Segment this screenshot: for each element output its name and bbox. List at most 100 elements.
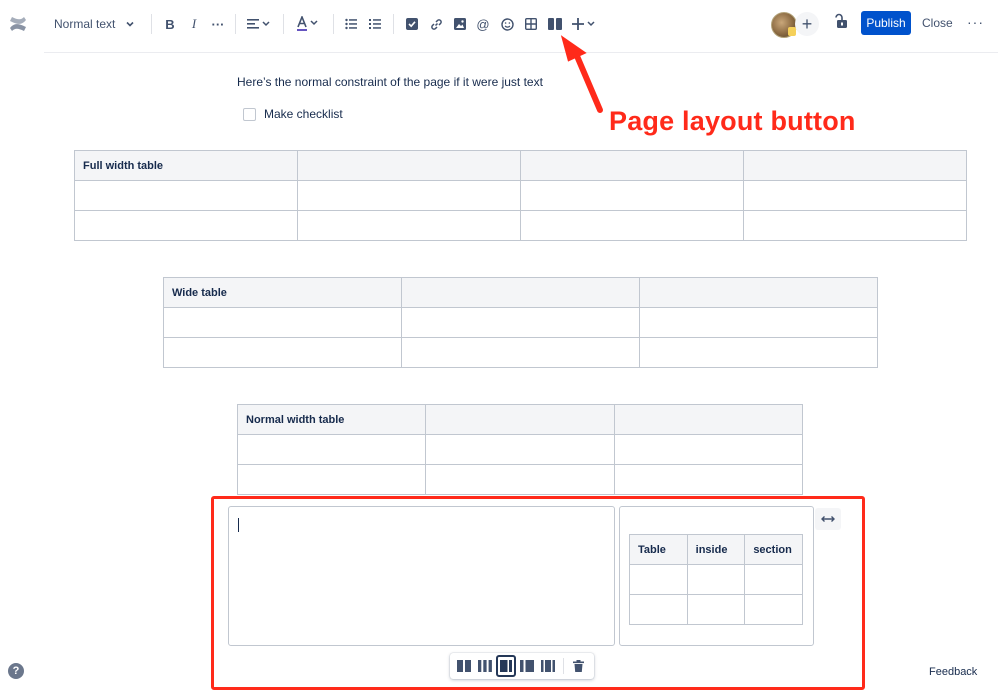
table-header-cell[interactable]	[639, 277, 878, 308]
table-header-cell[interactable]	[613, 404, 804, 435]
table-cell[interactable]	[425, 464, 615, 495]
table-icon[interactable]	[524, 13, 538, 35]
table-header-cell[interactable]: Table	[629, 534, 688, 565]
table-row	[74, 180, 967, 211]
checklist-label: Make checklist	[264, 107, 343, 121]
toolbar-divider-line	[44, 52, 998, 53]
left-sidebar-layout-icon[interactable]	[518, 657, 536, 675]
table-cell[interactable]	[425, 434, 615, 465]
table-cell[interactable]	[613, 464, 804, 495]
table-header-cell[interactable]	[401, 277, 640, 308]
table-header-cell[interactable]: Normal width table	[236, 404, 427, 435]
table-header-cell[interactable]	[743, 150, 967, 181]
table-header-cell[interactable]: section	[744, 534, 803, 565]
table-row	[629, 564, 803, 595]
table-header-row: Normal width table	[236, 404, 804, 435]
table-row	[163, 307, 878, 338]
table-cell[interactable]	[743, 210, 967, 241]
table-cell[interactable]	[163, 307, 402, 338]
wide-table[interactable]: Wide table	[163, 277, 878, 368]
chevron-down-icon	[125, 19, 135, 29]
table-cell[interactable]	[74, 210, 298, 241]
table-header-cell[interactable]: Wide table	[163, 277, 402, 308]
image-icon[interactable]	[453, 13, 467, 35]
toolbar-divider	[283, 14, 284, 34]
table-cell[interactable]	[236, 464, 427, 495]
confluence-logo-icon[interactable]	[8, 14, 28, 34]
expand-width-icon[interactable]	[815, 508, 841, 530]
table-row	[236, 464, 804, 495]
toolbar-divider	[151, 14, 152, 34]
table-cell[interactable]	[163, 337, 402, 368]
table-cell[interactable]	[74, 180, 298, 211]
bold-icon[interactable]: B	[163, 13, 177, 35]
two-columns-icon[interactable]	[455, 657, 473, 675]
emoji-icon[interactable]	[500, 13, 514, 35]
annotation-label: Page layout button	[609, 106, 856, 136]
more-formatting-icon[interactable]: ···	[210, 13, 226, 35]
toolbar-divider	[235, 14, 236, 34]
italic-icon[interactable]: I	[187, 13, 201, 35]
section-table[interactable]: Table inside section	[629, 534, 803, 625]
restrictions-lock-icon[interactable]	[833, 10, 849, 32]
checklist-item[interactable]: Make checklist	[243, 107, 343, 121]
layout-column-left[interactable]	[228, 506, 615, 646]
table-cell[interactable]	[297, 210, 521, 241]
intro-paragraph[interactable]: Here’s the normal constraint of the page…	[237, 75, 543, 89]
three-columns-sidebars-icon[interactable]	[539, 657, 557, 675]
table-cell[interactable]	[686, 564, 746, 595]
right-sidebar-layout-icon[interactable]	[496, 655, 516, 677]
table-row	[629, 594, 803, 625]
toolbar-divider	[333, 14, 334, 34]
table-cell[interactable]	[401, 307, 640, 338]
table-cell[interactable]	[744, 564, 803, 595]
toolbar-divider	[563, 658, 564, 674]
table-cell[interactable]	[236, 434, 427, 465]
table-header-cell[interactable]	[425, 404, 615, 435]
table-cell[interactable]	[744, 594, 803, 625]
table-cell[interactable]	[297, 180, 521, 211]
bullet-list-icon[interactable]	[344, 13, 358, 35]
table-header-cell[interactable]: Full width table	[74, 150, 298, 181]
close-button[interactable]: Close	[922, 11, 953, 35]
table-header-row: Table inside section	[629, 534, 803, 565]
table-cell[interactable]	[639, 337, 878, 368]
table-cell[interactable]	[639, 307, 878, 338]
annotation-arrow-icon	[560, 35, 603, 113]
table-header-row: Full width table	[74, 150, 967, 181]
trash-icon[interactable]	[569, 657, 587, 675]
publish-button[interactable]: Publish	[861, 11, 911, 35]
action-item-icon[interactable]	[405, 13, 419, 35]
table-header-cell[interactable]	[520, 150, 744, 181]
link-icon[interactable]	[429, 13, 443, 35]
table-cell[interactable]	[629, 564, 688, 595]
full-width-table[interactable]: Full width table	[74, 150, 967, 241]
table-row	[163, 337, 878, 368]
table-row	[74, 210, 967, 241]
toolbar-divider	[393, 14, 394, 34]
table-header-cell[interactable]	[297, 150, 521, 181]
table-header-cell[interactable]: inside	[686, 534, 746, 565]
invite-plus-icon[interactable]: +	[795, 12, 819, 36]
checkbox[interactable]	[243, 107, 256, 121]
table-cell[interactable]	[686, 594, 746, 625]
alignment-icon[interactable]	[247, 13, 271, 35]
three-columns-icon[interactable]	[476, 657, 494, 675]
table-cell[interactable]	[629, 594, 688, 625]
text-cursor	[238, 518, 239, 532]
table-cell[interactable]	[743, 180, 967, 211]
table-cell[interactable]	[520, 180, 744, 211]
layout-options-toolbar	[450, 653, 594, 679]
table-cell[interactable]	[520, 210, 744, 241]
editor-toolbar: Normal text B I ··· @ + Publish Close ··…	[0, 0, 998, 50]
table-cell[interactable]	[613, 434, 804, 465]
numbered-list-icon[interactable]	[368, 13, 382, 35]
help-icon[interactable]: ?	[8, 663, 24, 679]
mention-icon[interactable]: @	[476, 13, 490, 35]
normal-width-table[interactable]: Normal width table	[236, 404, 804, 495]
feedback-link[interactable]: Feedback	[929, 666, 977, 678]
table-cell[interactable]	[401, 337, 640, 368]
ellipsis-icon[interactable]: ···	[967, 14, 984, 30]
text-color-icon[interactable]	[296, 13, 320, 35]
text-style-dropdown[interactable]: Normal text	[54, 13, 138, 35]
